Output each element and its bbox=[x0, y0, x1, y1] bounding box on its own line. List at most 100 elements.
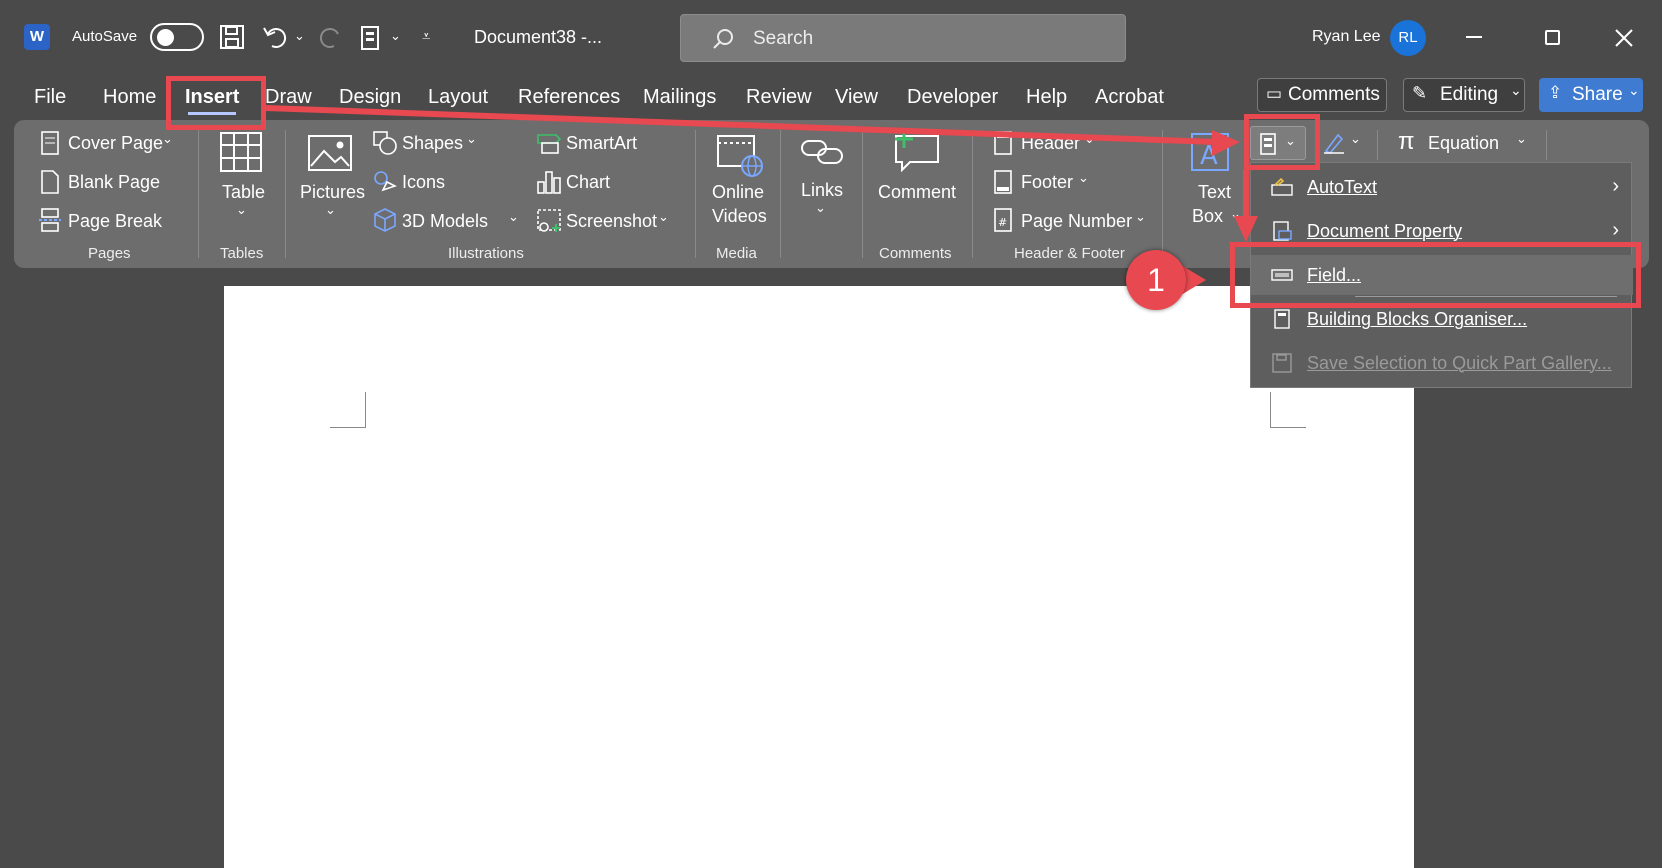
3d-models-button[interactable]: 3D Models bbox=[402, 211, 488, 232]
chevron-right-icon: › bbox=[1612, 175, 1619, 197]
comments-button-label: Comments bbox=[1288, 84, 1380, 105]
chevron-right-icon: › bbox=[1612, 219, 1619, 241]
redo-icon[interactable] bbox=[318, 24, 344, 50]
tab-draw[interactable]: Draw bbox=[265, 86, 312, 109]
chevron-down-icon: ⌄ bbox=[466, 131, 477, 146]
search-icon bbox=[713, 29, 733, 49]
document-page[interactable] bbox=[224, 286, 1414, 868]
tab-home[interactable]: Home bbox=[103, 86, 156, 109]
screenshot-icon bbox=[537, 209, 561, 232]
share-button[interactable]: ⇪ Share ⌄ bbox=[1539, 78, 1643, 112]
minimize-icon[interactable] bbox=[1466, 36, 1482, 38]
tab-developer[interactable]: Developer bbox=[907, 86, 998, 109]
cover-page-button[interactable]: Cover Page bbox=[68, 133, 163, 154]
close-icon[interactable] bbox=[1615, 29, 1633, 47]
cover-page-icon bbox=[41, 131, 59, 155]
svg-text:A: A bbox=[1200, 141, 1218, 171]
menu-item-save-selection[interactable]: Save Selection to Quick Part Gallery... bbox=[1251, 343, 1633, 383]
ribbon-separator bbox=[198, 130, 199, 258]
ribbon-separator bbox=[862, 130, 863, 258]
tab-file[interactable]: File bbox=[34, 86, 66, 109]
group-label-comments: Comments bbox=[879, 245, 952, 262]
links-button[interactable]: Links bbox=[801, 180, 843, 201]
footer-button[interactable]: Footer bbox=[1021, 172, 1073, 193]
pencil-icon: ✎ bbox=[1412, 83, 1428, 103]
search-input[interactable]: Search bbox=[680, 14, 1126, 62]
chevron-down-icon: ⌄ bbox=[236, 202, 247, 217]
tab-review[interactable]: Review bbox=[746, 86, 812, 109]
ribbon-separator bbox=[1546, 130, 1547, 160]
tab-layout[interactable]: Layout bbox=[428, 86, 488, 109]
pictures-button[interactable]: Pictures bbox=[300, 182, 365, 203]
shapes-icon bbox=[373, 131, 397, 155]
table-button[interactable]: Table bbox=[222, 182, 265, 203]
text-box-icon: A bbox=[1191, 133, 1229, 171]
smartart-button[interactable]: SmartArt bbox=[566, 133, 637, 154]
maximize-icon[interactable] bbox=[1545, 30, 1560, 45]
shapes-button[interactable]: Shapes bbox=[402, 133, 463, 154]
editing-button-label: Editing bbox=[1440, 84, 1499, 105]
header-icon bbox=[994, 131, 1012, 155]
tab-view[interactable]: View bbox=[835, 86, 878, 109]
tab-help[interactable]: Help bbox=[1026, 86, 1067, 109]
menu-item-label: Save Selection to Quick Part Gallery... bbox=[1307, 353, 1612, 373]
ribbon-separator bbox=[695, 130, 696, 258]
tab-references[interactable]: References bbox=[518, 86, 620, 109]
pictures-icon bbox=[308, 135, 352, 171]
equation-button[interactable]: Equation bbox=[1428, 133, 1499, 154]
chevron-down-icon: ⌄ bbox=[1628, 82, 1640, 98]
page-number-button[interactable]: Page Number bbox=[1021, 211, 1132, 232]
share-button-label: Share bbox=[1572, 84, 1623, 105]
editing-button[interactable]: ✎ Editing ⌄ bbox=[1403, 78, 1525, 112]
tab-design[interactable]: Design bbox=[339, 86, 401, 109]
autotext-icon bbox=[1271, 177, 1293, 196]
online-videos-button-line2[interactable]: Videos bbox=[712, 206, 767, 227]
online-videos-button-line1[interactable]: Online bbox=[712, 182, 764, 203]
user-name[interactable]: Ryan Lee bbox=[1312, 28, 1381, 46]
icons-button[interactable]: Icons bbox=[402, 172, 445, 193]
comment-icon bbox=[895, 130, 939, 172]
footer-icon bbox=[994, 170, 1012, 194]
comment-button[interactable]: Comment bbox=[878, 182, 956, 203]
save-icon[interactable] bbox=[219, 24, 245, 50]
word-logo-icon: W bbox=[24, 24, 50, 50]
group-label-illustrations: Illustrations bbox=[448, 245, 524, 262]
document-title[interactable]: Document38 -... bbox=[474, 27, 602, 48]
header-button[interactable]: Header bbox=[1021, 133, 1080, 154]
step-badge: 1 bbox=[1126, 250, 1186, 310]
tab-mailings[interactable]: Mailings bbox=[643, 86, 716, 109]
highlight-insert-tab bbox=[166, 76, 266, 130]
tab-acrobat[interactable]: Acrobat bbox=[1095, 86, 1164, 109]
group-label-media: Media bbox=[716, 245, 757, 262]
chevron-down-icon: ⌄ bbox=[815, 200, 826, 215]
customize-toolbar-icon[interactable]: ⩡ bbox=[422, 28, 430, 45]
menu-item-autotext[interactable]: AutoText › bbox=[1251, 167, 1633, 207]
icons-icon bbox=[374, 171, 397, 192]
chevron-down-icon: ⌄ bbox=[1230, 206, 1241, 221]
chart-button[interactable]: Chart bbox=[566, 172, 610, 193]
undo-dropdown-chevron-icon[interactable]: ⌄ bbox=[294, 28, 305, 44]
ribbon-separator bbox=[780, 130, 781, 258]
undo-icon[interactable] bbox=[262, 24, 290, 50]
title-bar: W AutoSave ⌄ ⌄ ⩡ Document38 -... Search … bbox=[0, 0, 1662, 74]
chart-icon bbox=[537, 171, 561, 194]
autosave-toggle[interactable] bbox=[150, 23, 204, 51]
avatar[interactable]: RL bbox=[1390, 20, 1426, 56]
document-property-icon bbox=[1273, 221, 1292, 241]
save-gallery-icon bbox=[1272, 353, 1292, 373]
text-box-button-line2[interactable]: Box bbox=[1192, 206, 1223, 227]
ribbon-separator bbox=[1377, 130, 1378, 160]
page-break-button[interactable]: Page Break bbox=[68, 211, 162, 232]
signature-line-icon[interactable] bbox=[1322, 131, 1346, 155]
ribbon-separator bbox=[285, 130, 286, 258]
link-icon bbox=[801, 140, 843, 164]
quick-access-chevron-icon[interactable]: ⌄ bbox=[390, 28, 401, 44]
screenshot-button[interactable]: Screenshot bbox=[566, 211, 657, 232]
quick-access-icon[interactable] bbox=[360, 26, 380, 50]
text-box-button-line1[interactable]: Text bbox=[1198, 182, 1231, 203]
blank-page-button[interactable]: Blank Page bbox=[68, 172, 160, 193]
comments-button[interactable]: ▭ Comments bbox=[1257, 78, 1387, 112]
ribbon-separator bbox=[972, 130, 973, 258]
svg-text:#: # bbox=[998, 216, 1007, 229]
comment-icon: ▭ bbox=[1266, 84, 1283, 103]
